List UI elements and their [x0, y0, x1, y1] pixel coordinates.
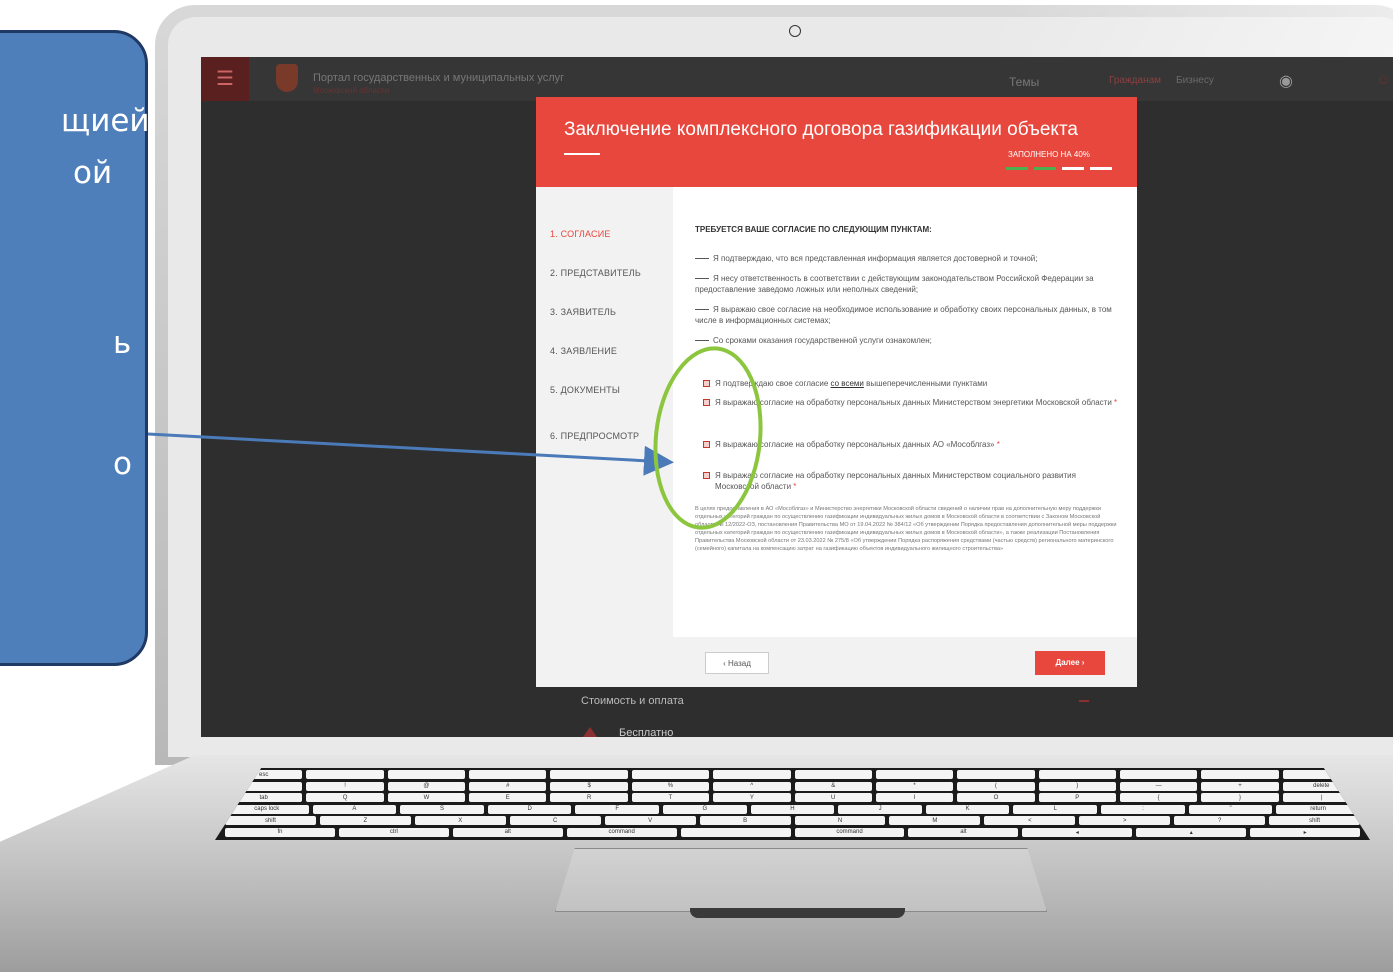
annotation-overlay [147, 346, 763, 530]
highlight-circle [653, 346, 763, 530]
annotation-arrow [147, 432, 674, 476]
